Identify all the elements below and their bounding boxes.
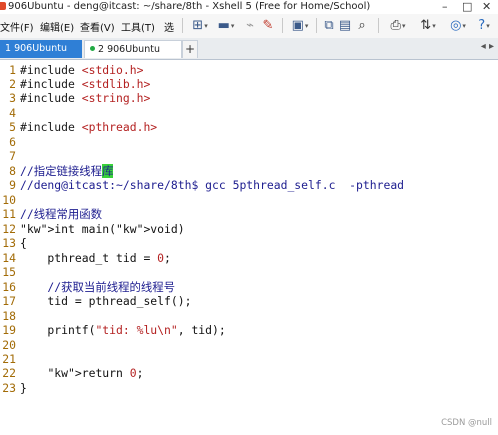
line-number: 12 [2,222,16,236]
terminal-properties-icon[interactable]: ▣ ▾ [288,17,312,34]
code-line: 22 "kw">return 0; [0,366,143,380]
open-folder-icon[interactable]: ▬ ▾ [213,17,239,34]
find-icon[interactable]: ⌕ [355,17,369,34]
watermark: CSDN @null [441,418,492,428]
menu-options[interactable]: 选 [164,19,174,34]
copy-icon[interactable]: ⧉ [322,17,336,34]
code-line: 19 printf("tid: %lu\n", tid); [0,323,226,337]
code-line: 3 #include <string.h> [0,91,150,105]
line-number: 1 [9,63,16,77]
session-tab-bar: 1 906Ubuntu 2 906Ubuntu + ◂ ▸ [0,38,498,60]
line-number: 21 [2,352,16,366]
menu-tools[interactable]: 工具(T) [121,19,155,34]
tab-nav-arrows[interactable]: ◂ ▸ [481,41,494,52]
menu-file[interactable]: 文件(F) [0,19,34,34]
code-text: #include <stdlib.h> [20,77,151,91]
code-text: { [20,236,27,250]
line-number: 13 [2,236,16,250]
line-number: 14 [2,251,16,265]
code-line: 7 [0,149,20,163]
toolbar-separator [282,18,283,33]
globe-icon[interactable]: ◎ ▾ [446,17,470,34]
line-number: 18 [2,309,16,323]
code-text: } [20,381,27,395]
tab-session-2[interactable]: 2 906Ubuntu [84,40,182,58]
connected-status-icon [90,46,95,51]
code-text: tid = pthread_self(); [20,294,192,308]
code-line: 17 tid = pthread_self(); [0,294,191,308]
new-session-icon[interactable]: ⊞ ▾ [188,17,212,34]
code-text: #include <string.h> [20,91,151,105]
toolbar-separator [316,18,317,33]
tab-label: 2 906Ubuntu [98,44,160,55]
line-number: 4 [9,106,16,120]
window-title: 906Ubuntu - deng@itcast: ~/share/8th - X… [8,1,371,12]
code-text: "kw">int main("kw">void) [20,222,185,236]
code-text: "kw">return 0; [47,366,144,380]
line-number: 9 [9,178,16,192]
menu-edit[interactable]: 编辑(E) [40,19,74,34]
code-line: 10 [0,193,20,207]
code-line: 16 //获取当前线程的线程号 [0,280,175,294]
code-line: 5 #include <pthread.h> [0,120,157,134]
code-line: 15 [0,265,20,279]
xshell-app-icon [0,2,6,10]
code-line: 12 "kw">int main("kw">void) [0,222,185,236]
code-text: pthread_t tid = 0; [20,251,171,265]
line-number: 22 [2,366,16,380]
line-number: 11 [2,207,16,221]
toolbar-separator [182,18,183,33]
code-line: 11 //线程常用函数 [0,207,102,221]
line-number: 20 [2,338,16,352]
line-number: 10 [2,193,16,207]
toolbar-separator [378,18,379,33]
title-bar: 906Ubuntu - deng@itcast: ~/share/8th - X… [0,0,498,14]
add-tab-button[interactable]: + [182,40,198,58]
line-number: 6 [9,135,16,149]
line-number: 3 [9,91,16,105]
code-line: 6 [0,135,20,149]
code-line: 2 #include <stdlib.h> [0,77,150,91]
terminal-editor[interactable]: 1 #include <stdio.h> 2 #include <stdlib.h>… [0,60,498,435]
line-number: 5 [9,120,16,134]
code-comment: //deng@itcast:~/share/8th$ gcc 5pthread_… [20,178,405,192]
line-number: 2 [9,77,16,91]
menu-view[interactable]: 查看(V) [80,19,115,34]
disconnect-icon[interactable]: ⌁ [243,17,257,34]
maximize-button[interactable]: □ [462,0,472,13]
minimize-button[interactable]: – [442,0,448,13]
line-number: 19 [2,323,16,337]
code-text: #include <pthread.h> [20,120,158,134]
print-icon[interactable]: ⎙ ▾ [386,17,410,34]
code-line: 4 [0,106,20,120]
code-comment: //线程常用函数 [20,207,103,221]
line-number: 16 [2,280,16,294]
code-line: 13 { [0,236,27,250]
help-icon[interactable]: ? ▾ [474,17,494,34]
line-number: 17 [2,294,16,308]
code-line: 8 //指定链接线程库 [0,164,114,178]
code-line: 21 [0,352,20,366]
code-line: 23} [0,381,27,395]
line-number: 7 [9,149,16,163]
tab-session-1[interactable]: 1 906Ubuntu [0,40,82,58]
line-number: 15 [2,265,16,279]
code-line: 14 pthread_t tid = 0; [0,251,171,265]
color-pen-icon[interactable]: ✎ [260,17,276,34]
transfer-icon[interactable]: ⇅ ▾ [416,17,440,34]
paste-icon[interactable]: ▤ [338,17,352,34]
code-text: #include <stdio.h> [20,63,144,77]
code-comment: //获取当前线程的线程号 [20,280,176,294]
code-line: 18 [0,309,20,323]
code-line: 9 //deng@itcast:~/share/8th$ gcc 5pthread… [0,178,404,192]
menu-toolbar: 文件(F) 编辑(E) 查看(V) 工具(T) 选 ⊞ ▾ ▬ ▾ ⌁ ✎ ▣ ▾ ⧉… [0,14,498,39]
line-number: 23 [2,381,16,395]
code-line: 20 [0,338,20,352]
code-text: printf("tid: %lu\n", tid); [20,323,226,337]
tab-label: 1 906Ubuntu [5,43,67,54]
line-number: 8 [9,164,16,178]
code-comment: //指定链接线程库 [20,164,114,178]
close-button[interactable]: ✕ [482,0,491,13]
code-line: 1 #include <stdio.h> [0,63,143,77]
